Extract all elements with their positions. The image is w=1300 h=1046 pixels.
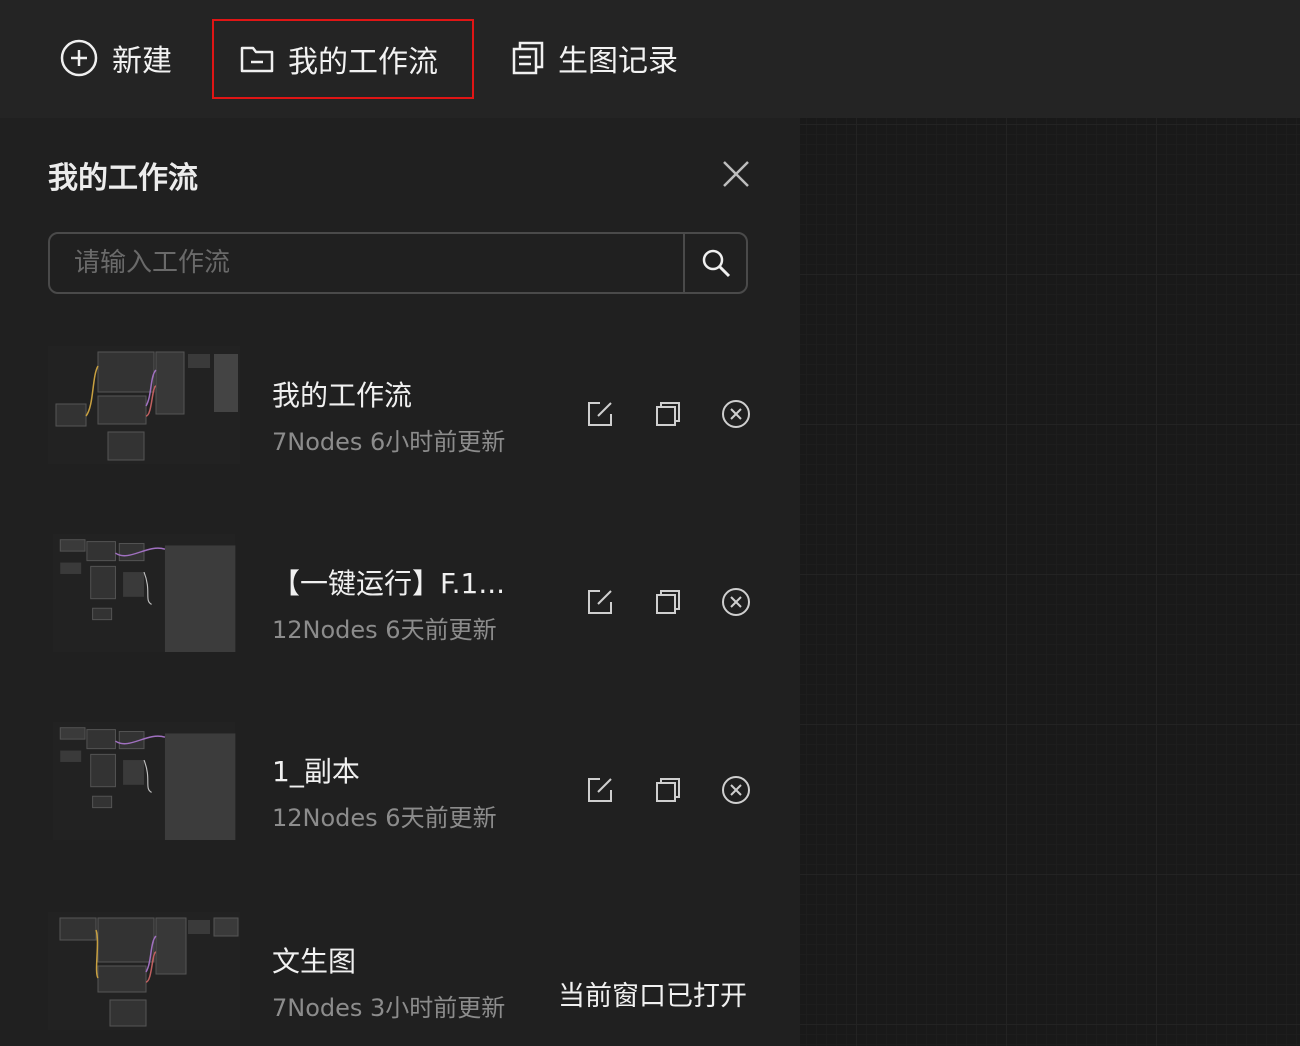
workflow-thumbnail xyxy=(52,534,236,652)
search-box xyxy=(48,232,748,294)
edit-icon xyxy=(588,402,612,426)
delete-button[interactable] xyxy=(720,586,752,618)
copy-button[interactable] xyxy=(652,586,684,618)
folder-icon xyxy=(240,44,274,74)
new-label: 新建 xyxy=(112,44,172,79)
history-label: 生图记录 xyxy=(558,44,678,79)
close-panel-button[interactable] xyxy=(720,158,752,190)
top-bar: 新建 我的工作流 生图记录 xyxy=(0,0,1300,119)
workflow-meta: 12Nodes 6天前更新 xyxy=(272,804,497,832)
my-workflows-button[interactable]: 我的工作流 xyxy=(212,19,474,99)
new-button[interactable]: 新建 xyxy=(60,18,172,98)
edit-button[interactable] xyxy=(584,586,616,618)
workflow-status: 当前窗口已打开 xyxy=(558,981,747,1012)
workflow-meta: 7Nodes 3小时前更新 xyxy=(272,994,506,1022)
plus-circle-icon xyxy=(60,39,98,77)
workflow-meta: 12Nodes 6天前更新 xyxy=(272,616,497,644)
copy-button[interactable] xyxy=(652,398,684,430)
workflow-item[interactable]: 我的工作流 7Nodes 6小时前更新 xyxy=(48,346,758,476)
workflow-item[interactable]: 1_副本 12Nodes 6天前更新 xyxy=(48,722,758,852)
search-icon xyxy=(702,249,730,278)
workflow-item[interactable]: 文生图 7Nodes 3小时前更新 当前窗口已打开 xyxy=(48,912,758,1042)
copy-button[interactable] xyxy=(652,774,684,806)
workflow-name: 我的工作流 xyxy=(272,379,413,412)
search-button[interactable] xyxy=(683,234,746,292)
edit-icon xyxy=(588,778,612,802)
delete-button[interactable] xyxy=(720,774,752,806)
workflow-thumbnail xyxy=(52,722,236,840)
workflow-item[interactable]: 【一键运行】F.1... 12Nodes 6天前更新 xyxy=(48,534,758,664)
panel-title: 我的工作流 xyxy=(48,161,198,196)
delete-icon xyxy=(722,400,750,428)
workflow-thumbnail xyxy=(48,912,240,1030)
delete-icon xyxy=(722,776,750,804)
node-canvas[interactable] xyxy=(800,118,1300,1046)
close-icon xyxy=(723,161,749,187)
workflow-meta: 7Nodes 6小时前更新 xyxy=(272,428,506,456)
edit-icon xyxy=(588,590,612,614)
edit-button[interactable] xyxy=(584,398,616,430)
my-workflows-label: 我的工作流 xyxy=(288,45,438,80)
history-button[interactable]: 生图记录 xyxy=(512,18,678,98)
copy-icon xyxy=(656,778,680,802)
workflow-name: 1_副本 xyxy=(272,755,360,788)
workflow-thumbnail xyxy=(48,346,240,464)
edit-button[interactable] xyxy=(584,774,616,806)
copy-icon xyxy=(656,590,680,614)
delete-icon xyxy=(722,588,750,616)
workflow-name: 文生图 xyxy=(272,945,357,978)
history-icon xyxy=(512,41,544,75)
search-input[interactable] xyxy=(50,234,683,292)
delete-button[interactable] xyxy=(720,398,752,430)
copy-icon xyxy=(656,402,680,426)
workflow-name: 【一键运行】F.1... xyxy=(272,567,506,600)
